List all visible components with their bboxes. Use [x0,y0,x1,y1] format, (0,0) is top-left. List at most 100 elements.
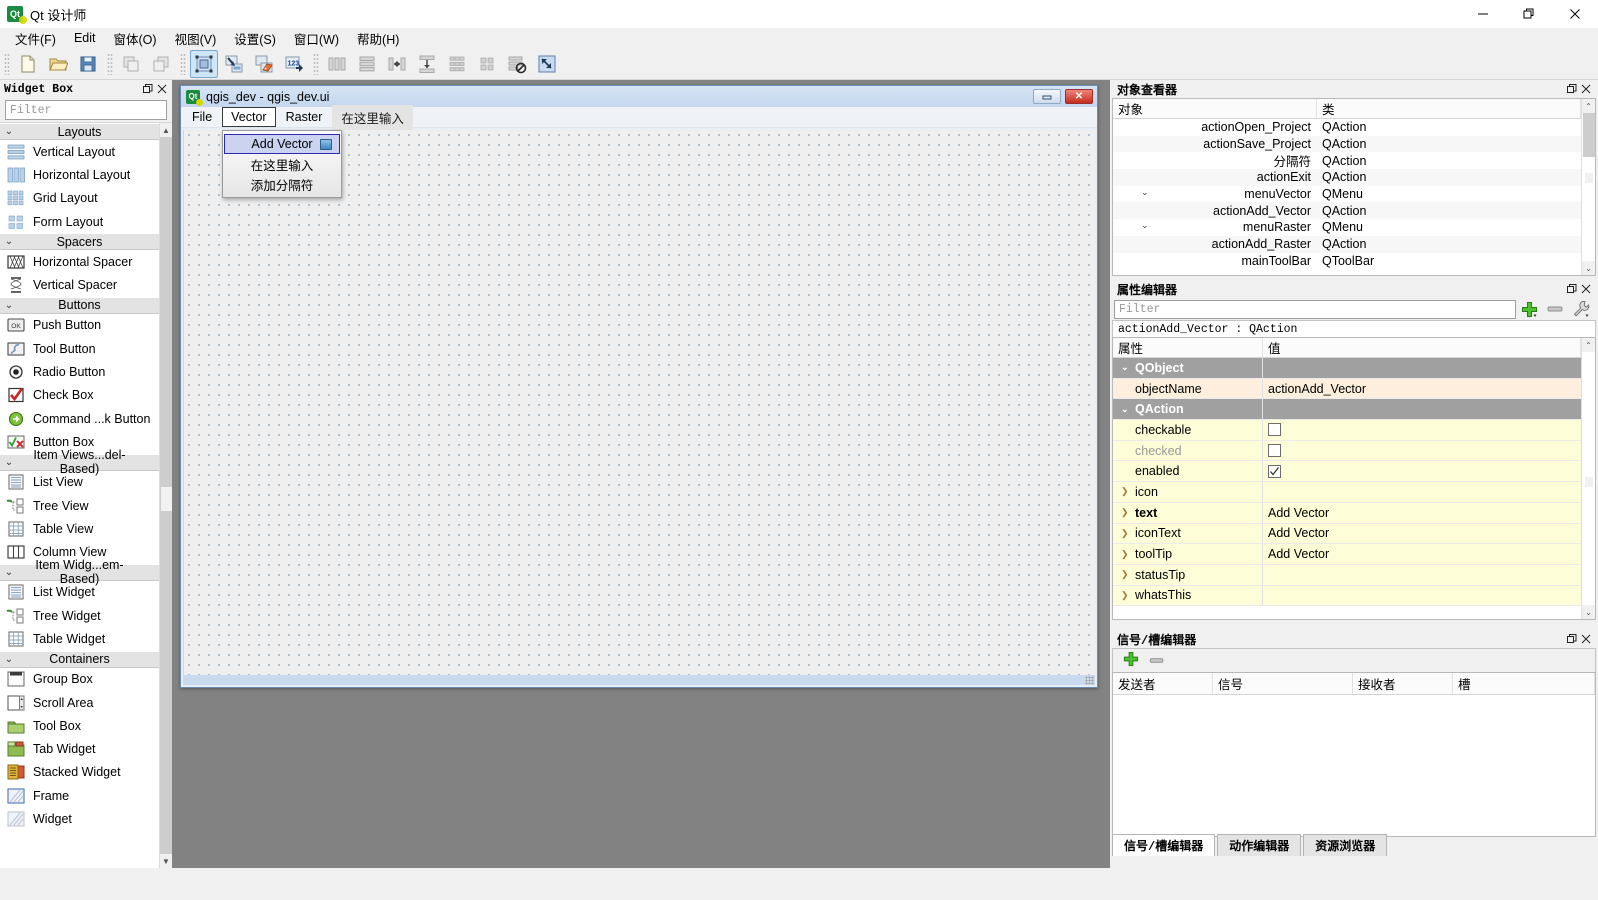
property-row[interactable]: ❯ whatsThis [1113,585,1581,607]
checkbox[interactable] [1268,464,1281,478]
column-header-object[interactable]: 对象 [1113,99,1317,118]
widget-box-item[interactable]: OK Push Button [0,314,159,337]
menu-help[interactable]: 帮助(H) [348,27,408,50]
scroll-down-icon[interactable]: ⌄ [1582,261,1595,275]
widget-box-item[interactable]: Radio Button [0,360,159,383]
table-row[interactable]: actionSave_Project QAction [1113,135,1581,153]
widget-box-item[interactable]: Form Layout [0,210,159,233]
object-inspector-table[interactable]: 对象 类 actionOpen_Project QAction actionSave… [1112,98,1596,276]
column-header-signal[interactable]: 信号 [1213,673,1353,694]
restore-icon[interactable] [1565,282,1579,296]
add-plus-icon[interactable] [1516,299,1542,320]
widget-box-item[interactable]: Command ...k Button [0,407,159,430]
widget-box-category-2[interactable]: ⌄ Spacers [0,233,159,251]
widget-box-item[interactable]: Frame [0,784,159,807]
wrench-icon[interactable] [1568,299,1594,320]
form-menu-file[interactable]: File [183,107,221,127]
layout-vertically-button[interactable] [353,50,381,78]
widget-box-scroll-track[interactable] [159,137,172,854]
widget-box-category-1[interactable]: ⌄ Layouts [0,123,159,140]
form-minimize-button[interactable] [1033,89,1061,104]
widget-box-item[interactable]: Grid Layout [0,187,159,210]
layout-horizontally-button[interactable] [323,50,351,78]
chevron-right-icon[interactable]: ❯ [1121,528,1135,539]
form-canvas[interactable] [183,130,1095,675]
widget-box-scrollbar[interactable]: ▲ ▼ [159,123,172,868]
property-editor-table[interactable]: 属性 值 ⌄ QObject objectName actionAdd_Vector ⌄… [1112,337,1596,620]
chevron-down-icon[interactable]: ⌄ [1121,362,1135,373]
chevron-right-icon[interactable]: ❯ [1121,569,1135,580]
edit-buddies-button[interactable] [250,50,278,78]
column-header-property[interactable]: 属性 [1113,338,1263,357]
widget-box-category-3[interactable]: ⌄ Buttons [0,296,159,314]
remove-minus-icon[interactable] [1149,654,1165,668]
property-value-cell[interactable]: Add Vector [1263,503,1581,523]
edit-widgets-button[interactable] [190,49,218,78]
column-header-sender[interactable]: 发送者 [1113,673,1213,694]
menu-window[interactable]: 窗口(W) [285,27,348,50]
menu-view[interactable]: 视图(V) [166,27,226,50]
tab-signal-slot-editor[interactable]: 信号/槽编辑器 [1112,834,1216,856]
chevron-right-icon[interactable]: ❯ [1121,590,1135,601]
property-value-cell[interactable] [1263,358,1581,378]
widget-box-item[interactable]: Tool Button [0,337,159,360]
widget-box-item[interactable]: Vertical Layout [0,140,159,163]
tab-action-editor[interactable]: 动作编辑器 [1217,834,1302,856]
toolbar-drag-handle[interactable] [107,52,113,75]
menu-form[interactable]: 窗体(O) [105,27,166,50]
table-row[interactable]: mainToolBar QToolBar [1113,253,1581,270]
property-value-cell[interactable]: Add Vector [1263,544,1581,564]
chevron-right-icon[interactable]: ❯ [1121,486,1135,497]
property-value-cell[interactable] [1263,586,1581,606]
signal-slot-table[interactable]: 发送者 信号 接收者 槽 [1112,672,1596,837]
menu-item-type-here[interactable]: 在这里输入 [223,154,341,174]
close-icon[interactable] [1579,82,1593,96]
widget-box-item[interactable]: Check Box [0,384,159,407]
checkbox[interactable] [1268,444,1281,458]
scroll-up-icon[interactable]: ▲ [159,123,172,137]
table-row[interactable]: 分隔符 QAction [1113,152,1581,170]
property-group-row[interactable]: ⌄ QAction [1113,399,1581,421]
property-value-cell[interactable] [1263,420,1581,440]
chevron-right-icon[interactable]: ❯ [1121,549,1135,560]
chevron-down-icon[interactable]: ⌄ [1141,220,1149,231]
break-layout-button[interactable] [503,50,531,78]
menu-settings[interactable]: 设置(S) [225,27,285,50]
widget-box-item[interactable]: Widget [0,807,159,830]
scroll-up-icon[interactable]: ⌃ [1582,338,1595,352]
form-menu-add-placeholder[interactable]: 在这里输入 [332,104,413,130]
chevron-down-icon[interactable]: ⌄ [1141,187,1149,198]
widget-box-item[interactable]: Table View [0,517,159,540]
scroll-thumb[interactable] [1583,113,1595,157]
widget-box-list[interactable]: ⌄ Layouts Vertical Layout Horizontal Layout… [0,123,159,868]
widget-box-item[interactable]: Vertical Spacer [0,273,159,296]
remove-minus-icon[interactable] [1542,299,1568,320]
close-icon[interactable] [1579,282,1593,296]
toolbar-drag-handle[interactable] [180,52,186,75]
layout-splitter-horizontal-button[interactable] [383,50,411,78]
layout-splitter-vertical-button[interactable] [413,50,441,78]
menu-edit[interactable]: Edit [65,29,105,47]
restore-icon[interactable] [1565,82,1579,96]
minimize-button[interactable] [1460,0,1506,28]
property-row[interactable]: checked [1113,440,1581,462]
widget-box-category-6[interactable]: ⌄ Containers [0,650,159,668]
chevron-right-icon[interactable]: ❯ [1121,507,1135,518]
property-value-cell[interactable] [1263,461,1581,481]
add-plus-icon[interactable] [1123,651,1139,670]
close-icon[interactable] [155,82,169,96]
property-row[interactable]: ❯ toolTip Add Vector [1113,544,1581,565]
restore-icon[interactable] [141,82,155,96]
widget-box-item[interactable]: Tab Widget [0,738,159,761]
property-value-cell[interactable] [1263,565,1581,585]
table-row[interactable]: actionAdd_Raster QAction [1113,235,1581,253]
property-row[interactable]: checkable [1113,420,1581,441]
open-form-button[interactable] [44,50,72,78]
close-button[interactable] [1552,0,1598,28]
close-icon[interactable] [1579,632,1593,646]
layout-grid-button[interactable] [443,50,471,78]
widget-box-item[interactable]: Tree View [0,494,159,517]
undo-button[interactable] [117,50,145,78]
widget-box-item[interactable]: Table Widget [0,627,159,650]
scroll-down-icon[interactable]: ⌄ [1582,605,1595,619]
